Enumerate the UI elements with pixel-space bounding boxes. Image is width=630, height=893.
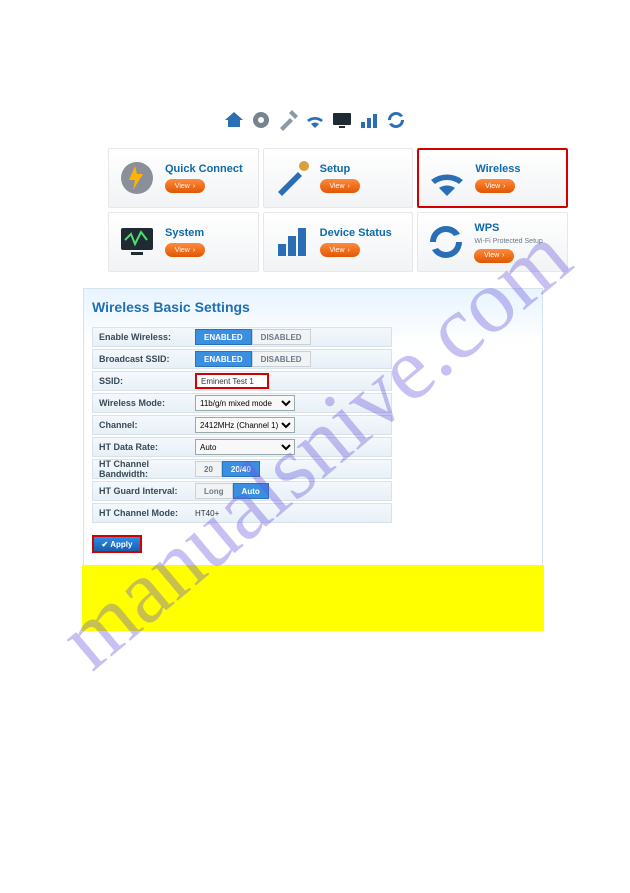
row-label: HT Data Rate: [99,442,195,452]
nav-title: WPS [474,222,542,234]
apply-button[interactable]: Apply [92,535,142,553]
ht-bandwidth-toggle[interactable]: 20 20/40 [195,461,260,477]
nav-wireless[interactable]: Wireless View [417,148,568,208]
enable-wireless-toggle[interactable]: ENABLED DISABLED [195,329,311,345]
nav-system[interactable]: System View [108,212,259,272]
row-ht-guard: HT Guard Interval: Long Auto [92,481,392,501]
row-label: HT Channel Mode: [99,508,195,518]
view-button[interactable]: View [320,243,360,257]
gear-bolt-icon [115,156,159,200]
nav-title: Quick Connect [165,163,243,175]
row-label: SSID: [99,376,195,386]
row-ssid: SSID: Eminent Test 1 [92,371,392,391]
highlight-box [82,565,544,631]
row-label: Enable Wireless: [99,332,195,342]
row-label: HT Channel Bandwidth: [99,459,195,479]
disabled-button[interactable]: DISABLED [252,329,311,345]
nav-title: Setup [320,163,360,175]
sync-large-icon [424,220,468,264]
screwdriver-icon [270,156,314,200]
top-icon-bar [0,108,630,132]
row-label: Broadcast SSID: [99,354,195,364]
monitor-icon[interactable] [330,108,354,132]
row-ht-channel-mode: HT Channel Mode: HT40+ [92,503,392,523]
ht-data-rate-select[interactable]: Auto [195,439,295,455]
nav-quick-connect[interactable]: Quick Connect View [108,148,259,208]
row-broadcast-ssid: Broadcast SSID: ENABLED DISABLED [92,349,392,369]
broadcast-ssid-toggle[interactable]: ENABLED DISABLED [195,351,311,367]
channel-select[interactable]: 2412MHz (Channel 1) [195,417,295,433]
row-enable-wireless: Enable Wireless: ENABLED DISABLED [92,327,392,347]
view-button[interactable]: View [320,179,360,193]
enabled-button[interactable]: ENABLED [195,329,252,345]
wireless-mode-select[interactable]: 11b/g/n mixed mode [195,395,295,411]
disabled-button[interactable]: DISABLED [252,351,311,367]
row-label: HT Guard Interval: [99,486,195,496]
nav-title: Wireless [475,163,520,175]
nav-device-status[interactable]: Device Status View [263,212,414,272]
enabled-button[interactable]: ENABLED [195,351,252,367]
row-ht-bandwidth: HT Channel Bandwidth: 20 20/40 [92,459,392,479]
home-icon[interactable] [222,108,246,132]
nav-title: System [165,227,205,239]
settings-rows: Enable Wireless: ENABLED DISABLED Broadc… [92,327,392,523]
nav-setup[interactable]: Setup View [263,148,414,208]
view-button[interactable]: View [475,179,515,193]
row-ht-data-rate: HT Data Rate: Auto [92,437,392,457]
ht-guard-toggle[interactable]: Long Auto [195,483,269,499]
guard-auto-button[interactable]: Auto [233,483,269,499]
wifi-icon[interactable] [303,108,327,132]
bw-2040-button[interactable]: 20/40 [222,461,260,477]
panel-title: Wireless Basic Settings [92,299,534,315]
ssid-input[interactable]: Eminent Test 1 [195,373,269,389]
wireless-settings-panel: Wireless Basic Settings Enable Wireless:… [83,288,543,570]
nav-title: Device Status [320,227,392,239]
nav-subtitle: Wi-Fi Protected Setup [474,238,542,245]
row-label: Wireless Mode: [99,398,195,408]
sync-icon[interactable] [384,108,408,132]
bars-icon[interactable] [357,108,381,132]
view-button[interactable]: View [165,179,205,193]
row-wireless-mode: Wireless Mode: 11b/g/n mixed mode [92,393,392,413]
view-button[interactable]: View [165,243,205,257]
monitor-pulse-icon [115,220,159,264]
gear-icon[interactable] [249,108,273,132]
bars-3d-icon [270,220,314,264]
row-channel: Channel: 2412MHz (Channel 1) [92,415,392,435]
nav-wps[interactable]: WPS Wi-Fi Protected Setup View [417,212,568,272]
row-label: Channel: [99,420,195,430]
ht-channel-mode-value: HT40+ [195,509,219,518]
bw-20-button[interactable]: 20 [195,461,222,477]
nav-grid: Quick Connect View Setup View Wireless V… [108,148,568,272]
guard-long-button[interactable]: Long [195,483,233,499]
wifi-large-icon [425,156,469,200]
tools-icon[interactable] [276,108,300,132]
view-button[interactable]: View [474,249,514,263]
